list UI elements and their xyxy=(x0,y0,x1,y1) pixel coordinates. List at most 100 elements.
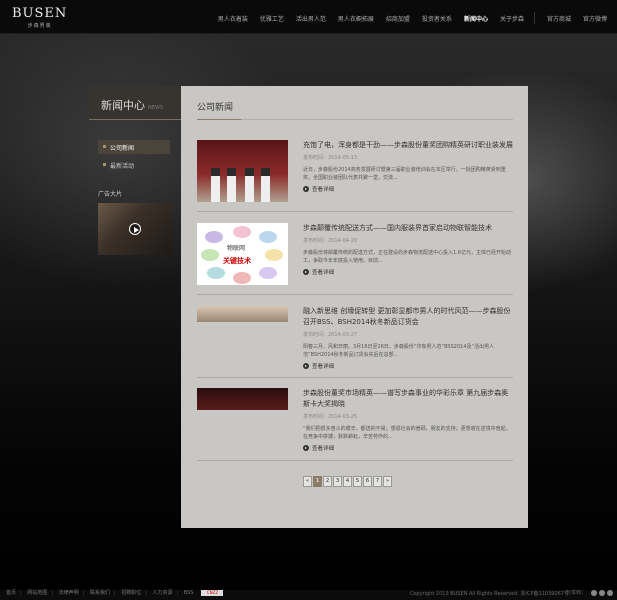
news-date: 发布时间：2014-03-27 xyxy=(303,332,358,338)
arrow-circle-icon xyxy=(303,269,309,275)
cnzz-badge[interactable]: CNZZ xyxy=(201,589,224,596)
nav-divider xyxy=(533,12,535,24)
nav-item-official-weibo[interactable]: 官方微博 xyxy=(583,14,607,23)
sidebar-header: 新闻中心 NEWS xyxy=(89,86,181,120)
nav-item-about[interactable]: 关于步森 xyxy=(500,14,524,23)
news-summary: 步森股份将颠覆传统的配送方式，正在建设的步森物流配送中心投入1.6亿元，主体已经… xyxy=(303,250,511,264)
footer-separator: | xyxy=(176,590,179,596)
news-divider xyxy=(197,377,513,378)
news-summary: “我们把很多奋斗的艰辛，都送的不易；感恩社会的眷顾，朋友的支持；更想谢在逆境中奋… xyxy=(303,426,511,440)
pagination-page-5[interactable]: 5 xyxy=(353,476,362,487)
news-item: 步森股份董奖市场精英——谱写步森事业的华彩乐章 第九届步森奥斯卡大奖揭晓 发布时… xyxy=(197,388,513,458)
diagram-bubble xyxy=(259,267,277,279)
news-title[interactable]: 步森股份董奖市场精英——谱写步森事业的华彩乐章 第九届步森奥斯卡大奖揭晓 xyxy=(303,388,513,410)
footer-separator: | xyxy=(51,590,53,596)
news-info: 步森颠覆传统配送方式——国内服装界首家启动物联智能技术 发布时间：2014-04… xyxy=(303,223,513,276)
pagination-page-3[interactable]: 3 xyxy=(333,476,342,487)
logo-subtitle: 步森男装 xyxy=(27,23,52,29)
diagram-bubble xyxy=(207,267,225,279)
footer-link-legal[interactable]: 法律声明 xyxy=(59,590,79,596)
site-footer: 首页 | 网站地图 | 法律声明 | 联系我们 | 招聘职位 | 人力资源 | BSS CN… xyxy=(0,585,617,600)
nav-item-franchise[interactable]: 招商加盟 xyxy=(386,14,410,23)
footer-link-contact[interactable]: 联系我们 xyxy=(90,590,110,596)
copyright-text: Copyright 2013 BUSEN All Rights Reserved… xyxy=(409,591,569,597)
title-divider xyxy=(197,119,513,120)
news-item: 充饱了电，浑身都是干劲——步森股份董奖团购精英研讨职业装发展 发布时间：2014… xyxy=(197,140,513,210)
news-item: 物联网 关键技术 步森颠覆传统配送方式——国内服装界首家启动物联智能技术 发布时… xyxy=(197,223,513,293)
news-panel: 公司新闻 充饱了电，浑身都是干劲——步森股份董奖团购精英研讨职业装发展 发布时间… xyxy=(181,86,528,528)
pagination-page-1[interactable]: 1 xyxy=(313,476,322,487)
pagination-page-7[interactable]: 7 xyxy=(373,476,382,487)
arrow-circle-icon xyxy=(303,445,309,451)
footer-links: 首页 | 网站地图 | 法律声明 | 联系我们 | 招聘职位 | 人力资源 | BSS xyxy=(6,589,197,596)
news-title[interactable]: 融入新思维 创壕促转型 更加彰显都市男人的时代风范——步森股份召开BSS、BSH… xyxy=(303,306,513,328)
read-more-link[interactable]: 查看详细 xyxy=(303,268,513,276)
read-more-link[interactable]: 查看详细 xyxy=(303,362,513,370)
sidebar-item-company-news[interactable]: 公司新闻 xyxy=(98,140,170,154)
news-divider xyxy=(197,211,513,212)
sidebar-item-latest-events[interactable]: 最新活动 xyxy=(98,158,170,172)
news-thumbnail-award-ceremony[interactable] xyxy=(197,140,288,202)
share-label: 分享到： xyxy=(565,590,586,596)
read-more-label: 查看详细 xyxy=(312,446,335,452)
diagram-heading: 关键技术 xyxy=(223,257,251,265)
news-title[interactable]: 充饱了电，浑身都是干劲——步森股份董奖团购精英研讨职业装发展 xyxy=(303,140,513,151)
news-date: 发布时间：2014-04-20 xyxy=(303,238,358,244)
footer-link-bss[interactable]: BSS xyxy=(184,590,194,596)
read-more-label: 查看详细 xyxy=(312,270,335,276)
read-more-link[interactable]: 查看详细 xyxy=(303,444,513,452)
nav-item-style[interactable]: 活出男人范 xyxy=(296,14,326,23)
footer-separator: | xyxy=(20,590,22,596)
ad-video-thumbnail[interactable] xyxy=(98,203,172,255)
read-more-link[interactable]: 查看详细 xyxy=(303,185,513,193)
pagination-prev[interactable]: « xyxy=(303,476,312,487)
news-thumbnail-order-fair[interactable] xyxy=(197,306,288,322)
news-divider xyxy=(197,460,513,461)
pagination-next[interactable]: » xyxy=(383,476,392,487)
diagram-bubble xyxy=(233,226,251,238)
diagram-bubble xyxy=(233,272,251,284)
footer-separator: | xyxy=(113,590,116,596)
pagination-page-2[interactable]: 2 xyxy=(323,476,332,487)
pagination-page-6[interactable]: 6 xyxy=(363,476,372,487)
nav-item-investors[interactable]: 投资者关系 xyxy=(422,14,452,23)
weibo-share-icon[interactable] xyxy=(591,589,597,596)
news-thumbnail-oscar-awards[interactable] xyxy=(197,388,288,410)
pagination-page-4[interactable]: 4 xyxy=(343,476,352,487)
nav-item-menswear[interactable]: 男人衣着装 xyxy=(218,14,248,23)
arrow-circle-icon xyxy=(303,363,309,369)
person-figure xyxy=(227,168,236,202)
footer-link-sitemap[interactable]: 网站地图 xyxy=(27,590,47,596)
qzone-share-icon[interactable] xyxy=(599,589,605,596)
page-title: 公司新闻 xyxy=(197,103,234,113)
news-date: 发布时间：2014-03-25 xyxy=(303,414,358,420)
news-info: 充饱了电，浑身都是干劲——步森股份董奖团购精英研讨职业装发展 发布时间：2014… xyxy=(303,140,513,193)
diagram-bubble xyxy=(205,231,223,243)
news-divider xyxy=(197,294,513,295)
nav-item-news[interactable]: 新闻中心 xyxy=(464,14,488,23)
footer-link-home[interactable]: 首页 xyxy=(6,590,16,596)
footer-separator: | xyxy=(82,590,85,596)
nav-item-wardrobe[interactable]: 男人衣橱拓展 xyxy=(338,14,374,23)
news-info: 步森股份董奖市场精英——谱写步森事业的华彩乐章 第九届步森奥斯卡大奖揭晓 发布时… xyxy=(303,388,513,452)
busen-logo[interactable]: BUSEN 步森男装 xyxy=(12,6,67,29)
read-more-label: 查看详细 xyxy=(312,364,335,370)
footer-link-hr[interactable]: 人力资源 xyxy=(152,590,172,596)
nav-item-craft[interactable]: 优雅工艺 xyxy=(260,14,284,23)
nav-item-official-store[interactable]: 官方商城 xyxy=(547,14,571,23)
person-figure xyxy=(245,168,254,202)
diagram-bubble xyxy=(259,231,277,243)
play-icon[interactable] xyxy=(129,223,141,235)
news-sidebar: 新闻中心 NEWS 公司新闻 最新活动 广告大片 xyxy=(89,86,181,528)
top-navigation-bar: BUSEN 步森男装 男人衣着装 优雅工艺 活出男人范 男人衣橱拓展 招商加盟 … xyxy=(0,0,617,34)
news-thumbnail-iot-diagram[interactable]: 物联网 关键技术 xyxy=(197,223,288,285)
pagination: « 1 2 3 4 5 6 7 » xyxy=(303,476,393,487)
news-summary: 近日，步森股份2014商务发展研讨暨第三届职业装培训会在本区举行，一批团购精英受… xyxy=(303,167,506,181)
footer-link-jobs[interactable]: 招聘职位 xyxy=(121,590,141,596)
diagram-bubble xyxy=(201,249,219,261)
main-nav: 男人衣着装 优雅工艺 活出男人范 男人衣橱拓展 招商加盟 投资者关系 新闻中心 … xyxy=(206,12,607,24)
news-item: 融入新思维 创壕促转型 更加彰显都市男人的时代风范——步森股份召开BSS、BSH… xyxy=(197,306,513,376)
renren-share-icon[interactable] xyxy=(607,589,613,596)
footer-separator: | xyxy=(145,590,147,596)
news-title[interactable]: 步森颠覆传统配送方式——国内服装界首家启动物联智能技术 xyxy=(303,223,513,234)
